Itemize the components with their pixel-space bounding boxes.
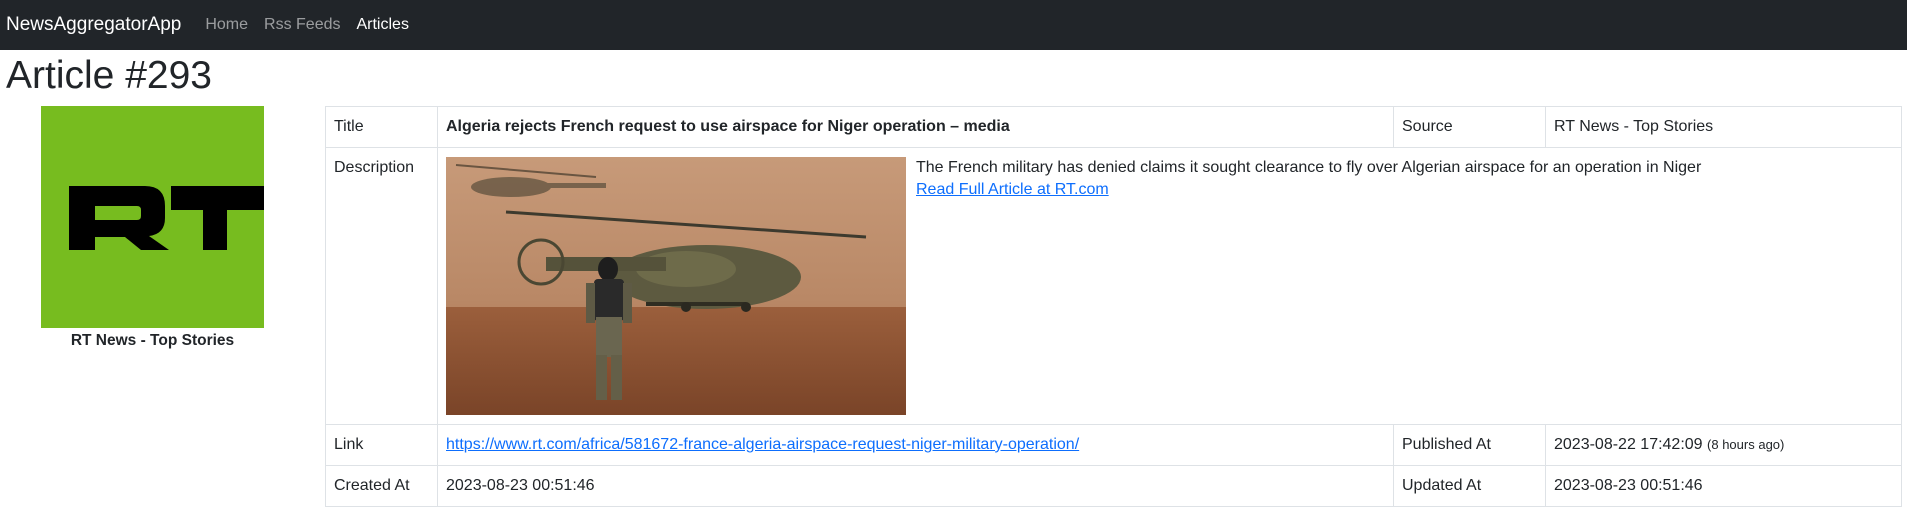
rt-logo — [41, 106, 264, 328]
top-navbar: NewsAggregatorApp Home Rss Feeds Article… — [0, 0, 1907, 50]
brand-link[interactable]: NewsAggregatorApp — [6, 14, 181, 36]
source-label: Source — [1393, 106, 1546, 148]
article-title: Algeria rejects French request to use ai… — [437, 106, 1394, 148]
rt-logo-mark — [41, 106, 264, 328]
article-url-link[interactable]: https://www.rt.com/africa/581672-france-… — [446, 436, 1079, 453]
nav-rss-feeds[interactable]: Rss Feeds — [264, 16, 340, 34]
created-label: Created At — [325, 465, 438, 507]
link-label: Link — [325, 424, 438, 466]
nav-home[interactable]: Home — [205, 16, 248, 34]
source-name: RT News - Top Stories — [70, 332, 235, 349]
published-relative: (8 hours ago) — [1707, 437, 1785, 452]
description-label: Description — [325, 147, 438, 425]
published-cell: 2023-08-22 17:42:09 (8 hours ago) — [1545, 424, 1902, 466]
description-text: The French military has denied claims it… — [916, 159, 1702, 176]
table-row: Description The French military has deni… — [325, 147, 1902, 425]
source-card: RT News - Top Stories — [41, 106, 264, 350]
nav-articles[interactable]: Articles — [356, 16, 408, 34]
published-label: Published At — [1393, 424, 1546, 466]
article-image — [446, 157, 906, 415]
page-title: Article #293 — [6, 54, 212, 97]
description-body: The French military has denied claims it… — [916, 157, 1701, 415]
link-cell: https://www.rt.com/africa/581672-france-… — [437, 424, 1394, 466]
title-label: Title — [325, 106, 438, 148]
description-cell: The French military has denied claims it… — [437, 147, 1902, 425]
table-row: Created At 2023-08-23 00:51:46 Updated A… — [325, 465, 1902, 507]
updated-label: Updated At — [1393, 465, 1546, 507]
helicopter-photo — [446, 157, 906, 415]
published-value: 2023-08-22 17:42:09 — [1554, 436, 1703, 453]
table-row: Title Algeria rejects French request to … — [325, 106, 1902, 148]
source-value: RT News - Top Stories — [1545, 106, 1902, 148]
read-full-article-link[interactable]: Read Full Article at RT.com — [916, 181, 1109, 198]
article-details-table: Title Algeria rejects French request to … — [325, 106, 1902, 507]
updated-value: 2023-08-23 00:51:46 — [1545, 465, 1902, 507]
table-row: Link https://www.rt.com/africa/581672-fr… — [325, 424, 1902, 466]
created-value: 2023-08-23 00:51:46 — [437, 465, 1394, 507]
